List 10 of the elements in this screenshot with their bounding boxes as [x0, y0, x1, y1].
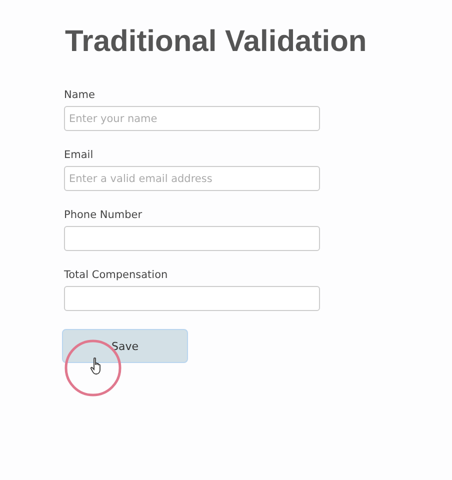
- save-button[interactable]: Save: [62, 329, 188, 363]
- field-label: Total Compensation: [64, 269, 169, 281]
- field-label: Email: [64, 149, 94, 161]
- field-label: Name: [64, 89, 96, 101]
- input-field[interactable]: Enter a valid email address: [64, 166, 320, 191]
- input-field[interactable]: [64, 286, 320, 311]
- input-field[interactable]: Enter your name: [64, 106, 320, 131]
- input-field[interactable]: [64, 226, 320, 251]
- page-title: Traditional Validation: [65, 24, 367, 60]
- field-label: Phone Number: [64, 209, 144, 221]
